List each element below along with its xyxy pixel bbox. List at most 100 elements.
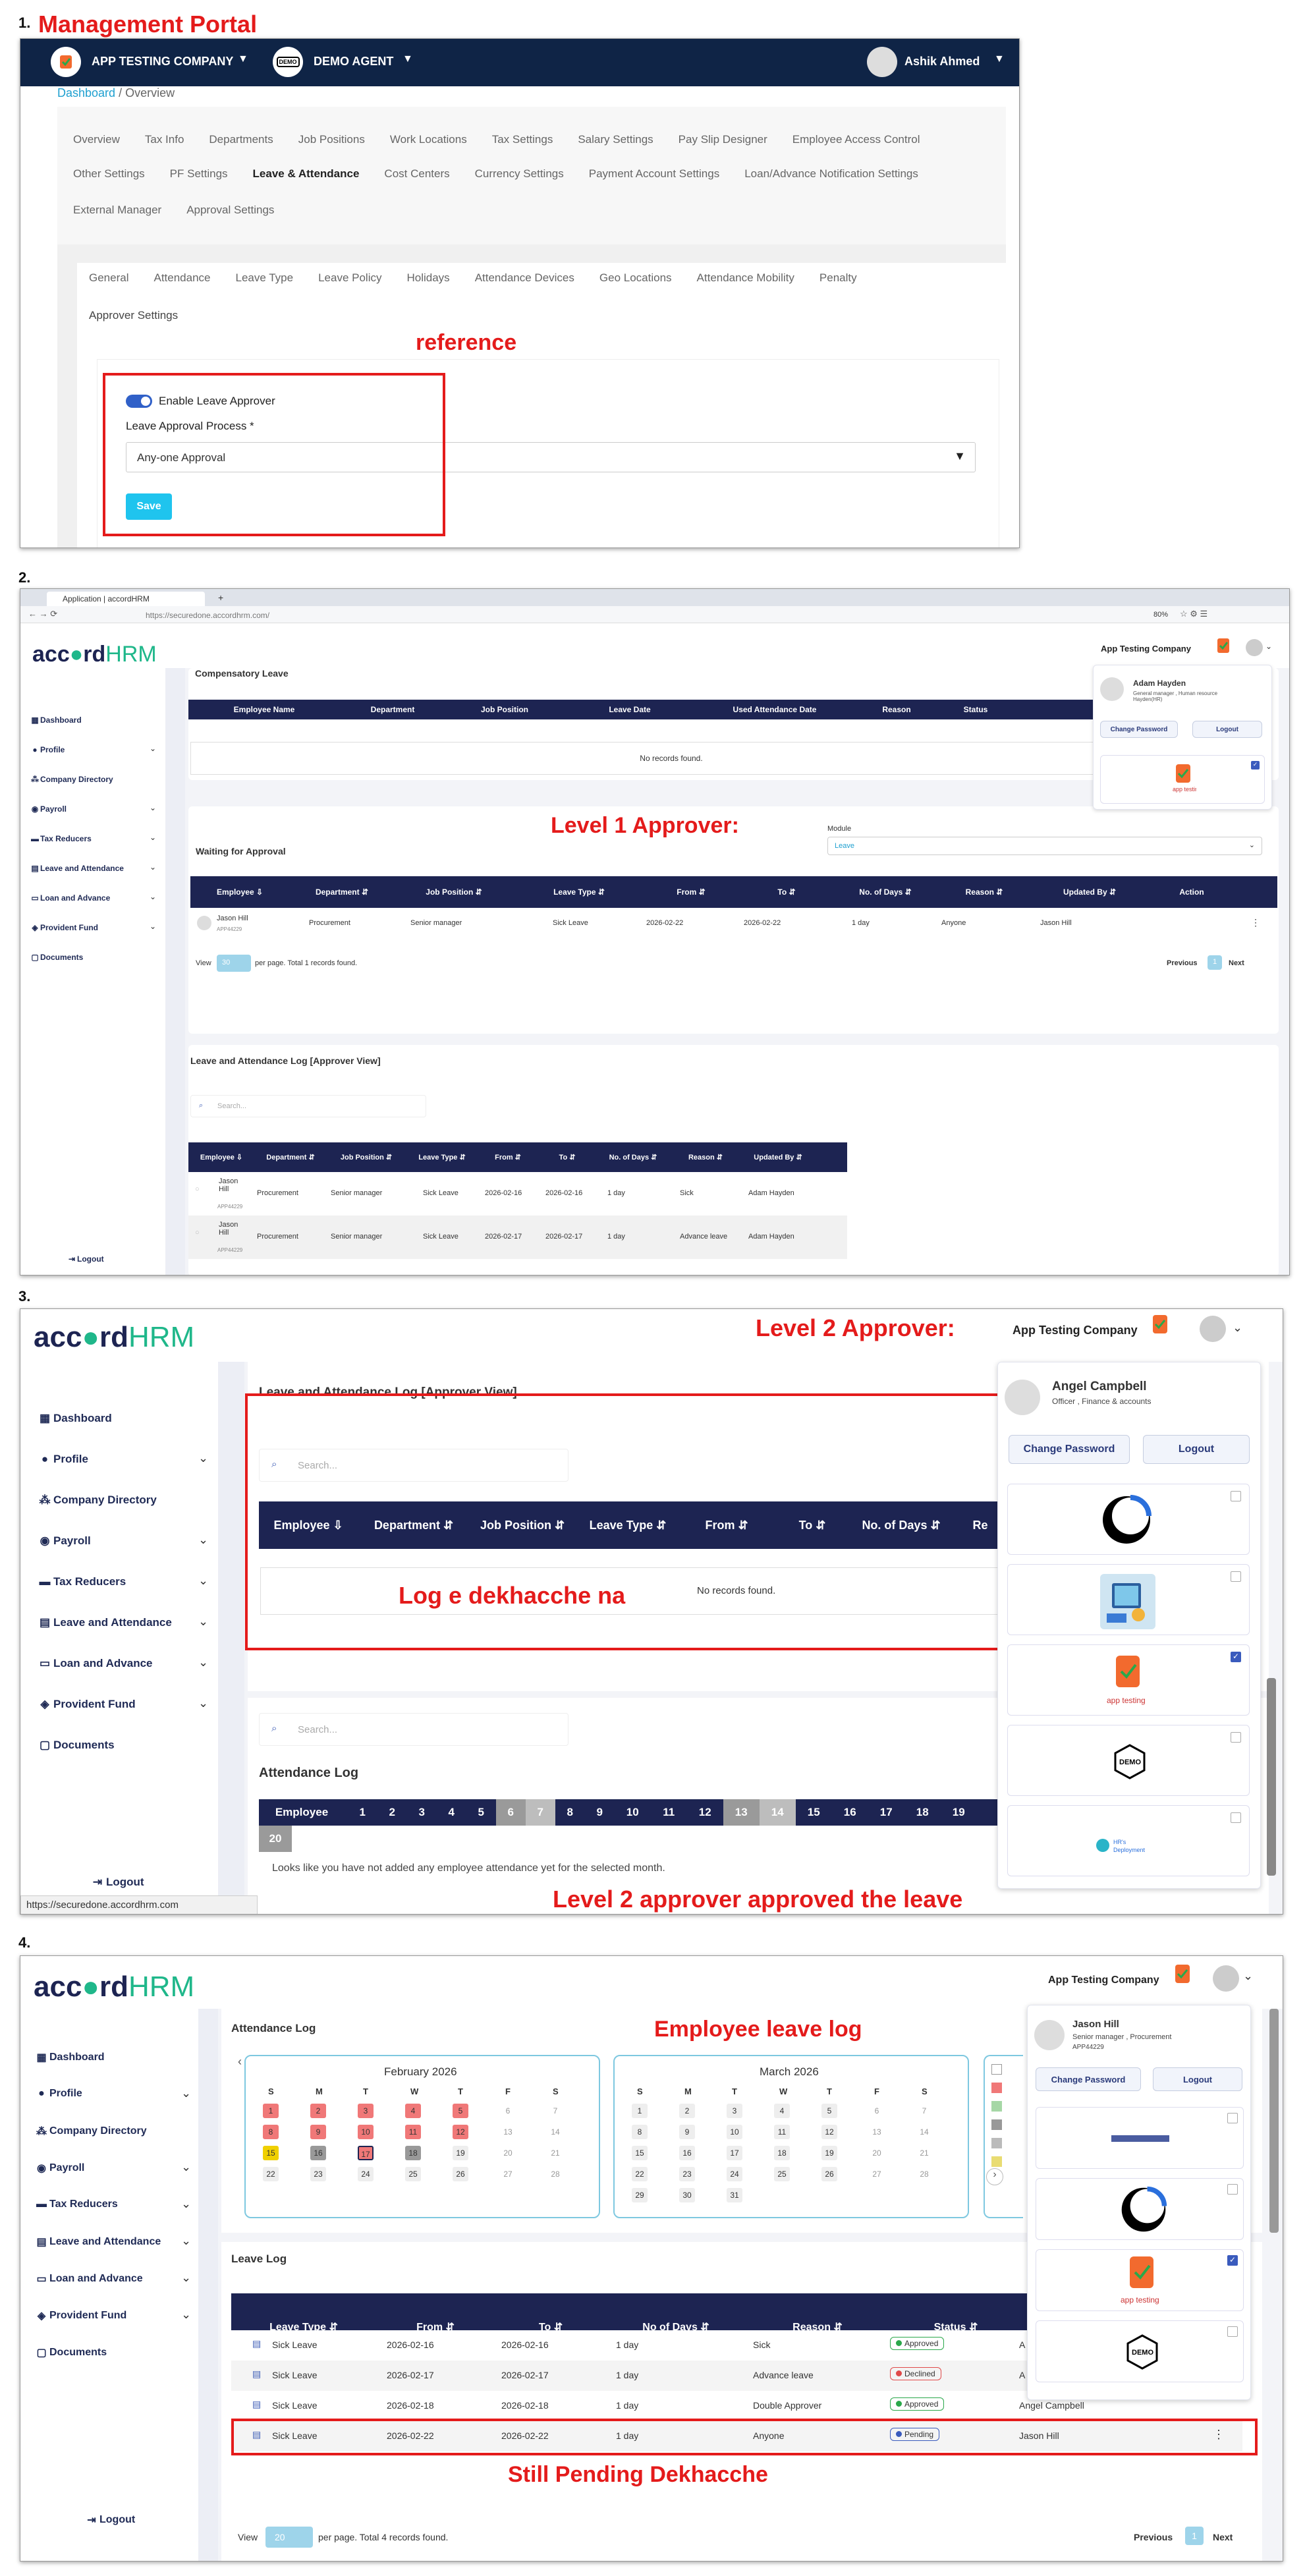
checkbox[interactable]	[1231, 1812, 1241, 1823]
tab-leave-attendance[interactable]: Leave & Attendance	[253, 167, 360, 181]
user-name[interactable]: Ashik Ahmed	[904, 55, 980, 69]
company-name[interactable]: APP TESTING COMPANY	[92, 55, 233, 69]
scrollbar[interactable]	[1267, 1678, 1276, 1876]
tab-overview[interactable]: Overview	[73, 133, 120, 146]
more-options-icon[interactable]: ⋮	[1251, 917, 1260, 928]
tab-geo-locations[interactable]: Geo Locations	[599, 271, 672, 285]
company-card[interactable]	[1007, 1484, 1250, 1555]
url-bar[interactable]: https://securedone.accordhrm.com/	[146, 611, 269, 620]
chevron-down-icon[interactable]: ⌄	[150, 833, 156, 842]
tab-approval-settings[interactable]: Approval Settings	[186, 204, 274, 217]
calendar-day[interactable]: 27	[500, 2167, 516, 2181]
calendar-day[interactable]: 12	[453, 2125, 468, 2139]
calendar-day[interactable]: 30	[679, 2188, 695, 2202]
calendar-day[interactable]: 18	[774, 2146, 790, 2160]
change-password-button[interactable]: Change Password	[1036, 2067, 1141, 2091]
chevron-down-icon[interactable]: ⌄	[198, 1533, 208, 1547]
sidebar-item-payroll[interactable]: ◉ Payroll	[34, 2162, 84, 2175]
tab-employee-access-control[interactable]: Employee Access Control	[792, 133, 920, 146]
calendar-day[interactable]: 16	[679, 2146, 695, 2160]
checkbox[interactable]	[1231, 1491, 1241, 1501]
prev-button[interactable]: Previous	[1167, 959, 1197, 967]
sidebar-item-payroll[interactable]: ◉ Payroll	[36, 1534, 91, 1548]
tab-attendance[interactable]: Attendance	[153, 271, 210, 285]
calendar-day[interactable]: 19	[453, 2146, 468, 2160]
chevron-down-icon[interactable]: ⌄	[181, 2086, 191, 2100]
calendar-day[interactable]: 21	[916, 2146, 932, 2160]
tab-job-positions[interactable]: Job Positions	[298, 133, 365, 146]
chevron-down-icon[interactable]: ⌄	[1233, 1321, 1242, 1335]
calendar-day[interactable]: 1	[632, 2104, 648, 2118]
calendar-day[interactable]: 21	[547, 2146, 563, 2160]
calendar-day[interactable]: 16	[310, 2146, 326, 2160]
sidebar-item-provident-fund[interactable]: ◈ Provident Fund	[34, 2309, 126, 2322]
checkbox[interactable]	[1231, 1732, 1241, 1743]
avatar[interactable]	[1213, 1965, 1239, 1992]
tab-penalty[interactable]: Penalty	[819, 271, 857, 285]
chevron-down-icon[interactable]: ⌄	[150, 744, 156, 753]
chevron-down-icon[interactable]: ⌄	[150, 803, 156, 812]
brand-logo[interactable]: acc●rdHRM	[34, 1971, 194, 2003]
company-card[interactable]: DEMO	[1036, 2320, 1244, 2382]
sidebar-item-provident-fund[interactable]: ◈ Provident Fund	[36, 1698, 135, 1711]
calendar-day[interactable]: 11	[405, 2125, 421, 2139]
checkbox-checked[interactable]: ✓	[1227, 2255, 1238, 2266]
calendar-day[interactable]: 13	[869, 2125, 885, 2139]
calendar-day[interactable]: 12	[821, 2125, 837, 2139]
logout-link[interactable]: ⇥ Logout	[89, 1876, 144, 1889]
table-row[interactable]: Jason Hill APP44229 Procurement Senior m…	[190, 908, 1277, 941]
sidebar-item-leave-and-attendance[interactable]: ▤ Leave and Attendance	[36, 1616, 172, 1629]
change-password-button[interactable]: Change Password	[1009, 1435, 1130, 1464]
chevron-down-icon[interactable]: ▼	[403, 53, 413, 65]
company-card[interactable]	[1036, 2107, 1244, 2169]
brand-logo[interactable]: acc●rdHRM	[32, 642, 157, 667]
tab-holidays[interactable]: Holidays	[406, 271, 449, 285]
calendar-day[interactable]: 8	[263, 2125, 279, 2139]
new-tab-icon[interactable]: +	[218, 592, 223, 603]
company-card[interactable]	[1007, 1564, 1250, 1635]
calendar-day[interactable]: 15	[263, 2146, 279, 2160]
tab-external-manager[interactable]: External Manager	[73, 204, 161, 217]
table-row[interactable]: ○ Jason Hill APP44229 Procurement Senior…	[188, 1216, 847, 1259]
checkbox[interactable]	[1227, 2326, 1238, 2337]
tab-attendance-mobility[interactable]: Attendance Mobility	[697, 271, 794, 285]
company-logo-icon[interactable]	[1169, 1963, 1196, 1993]
calendar-day[interactable]: 2	[679, 2104, 695, 2118]
calendar-day[interactable]: 10	[727, 2125, 742, 2139]
company-name[interactable]: App Testing Company	[1013, 1324, 1138, 1337]
company-card[interactable]	[1036, 2178, 1244, 2240]
logout-button[interactable]: Logout	[1153, 2067, 1242, 2091]
chevron-down-icon[interactable]: ⌄	[198, 1696, 208, 1710]
calendar-day[interactable]: 1	[263, 2104, 279, 2118]
calendar-day[interactable]: 20	[500, 2146, 516, 2160]
chevron-down-icon[interactable]: ▼	[238, 53, 248, 65]
logout-link[interactable]: ⇥ Logout	[84, 2513, 135, 2527]
sidebar-item-provident-fund[interactable]: ◈ Provident Fund	[30, 923, 98, 932]
tab-leave-type[interactable]: Leave Type	[236, 271, 294, 285]
calendar-day[interactable]: 8	[632, 2125, 648, 2139]
breadcrumb-link[interactable]: Dashboard	[57, 86, 115, 99]
chevron-down-icon[interactable]: ⌄	[181, 2234, 191, 2248]
page-number[interactable]: 1	[1185, 2527, 1204, 2545]
tab-pay-slip-designer[interactable]: Pay Slip Designer	[679, 133, 767, 146]
calendar-day[interactable]: 23	[310, 2167, 326, 2181]
next-button[interactable]: Next	[1229, 959, 1244, 967]
avatar[interactable]	[1246, 639, 1263, 656]
sidebar-item-company-directory[interactable]: ⁂ Company Directory	[30, 775, 113, 784]
calendar-day[interactable]: 14	[916, 2125, 932, 2139]
agent-logo-icon[interactable]: DEMO	[273, 47, 303, 77]
checkbox-checked[interactable]: ✓	[1231, 1652, 1241, 1662]
calendar-day[interactable]: 22	[263, 2167, 279, 2181]
chevron-down-icon[interactable]: ⌄	[198, 1656, 208, 1669]
tab-loan-advance-notification-settings[interactable]: Loan/Advance Notification Settings	[744, 167, 918, 181]
chevron-down-icon[interactable]: ⌄	[181, 2271, 191, 2285]
tab-pf-settings[interactable]: PF Settings	[170, 167, 228, 181]
calendar-day[interactable]: 3	[358, 2104, 374, 2118]
tab-salary-settings[interactable]: Salary Settings	[578, 133, 653, 146]
sidebar-item-loan-and-advance[interactable]: ▭ Loan and Advance	[36, 1657, 153, 1670]
tab-general[interactable]: General	[89, 271, 128, 285]
tab-attendance-devices[interactable]: Attendance Devices	[475, 271, 574, 285]
calendar-day[interactable]: 10	[358, 2125, 374, 2139]
tab-work-locations[interactable]: Work Locations	[390, 133, 467, 146]
calendar-day[interactable]: 28	[916, 2167, 932, 2181]
